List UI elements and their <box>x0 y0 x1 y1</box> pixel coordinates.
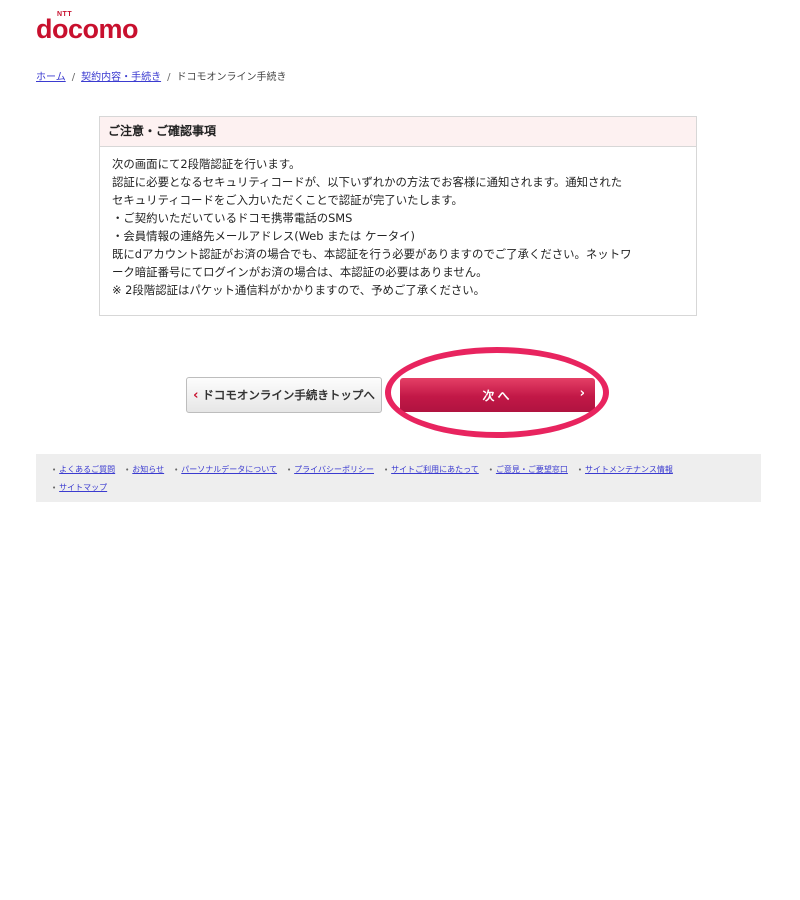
notice-line: セキュリティコードをご入力いただくことで認証が完了いたします。 <box>112 193 463 207</box>
notice-line: 既にdアカウント認証がお済の場合でも、本認証を行う必要がありますのでご了承くださ… <box>112 247 632 261</box>
next-button[interactable]: 次へ › <box>400 378 595 412</box>
breadcrumb-home-link[interactable]: ホーム <box>36 72 66 83</box>
breadcrumb-separator: / <box>71 72 76 83</box>
back-to-top-button[interactable]: ‹ ドコモオンライン手続きトップへ <box>186 377 382 413</box>
notice-line: 認証に必要となるセキュリティコードが、以下いずれかの方法でお客様に通知されます。… <box>112 175 623 189</box>
next-button-label: 次へ <box>482 388 513 403</box>
bullet-icon: • <box>52 484 57 492</box>
footer-link-maintenance[interactable]: • サイトメンテナンス情報 <box>578 461 673 479</box>
notice-body: 次の画面にて2段階認証を行います。 認証に必要となるセキュリティコードが、以下い… <box>100 147 696 299</box>
bullet-icon: • <box>384 466 389 474</box>
logo-docomo-text: docomo <box>36 14 139 44</box>
breadcrumb-current: ドコモオンライン手続き <box>176 72 287 83</box>
chevron-right-icon: › <box>579 386 585 401</box>
footer-link-feedback[interactable]: • ご意見・ご要望窓口 <box>489 461 568 479</box>
notice-title: ご注意・ご確認事項 <box>100 117 696 147</box>
breadcrumb-contract-link[interactable]: 契約内容・手続き <box>81 72 161 83</box>
footer-link-site-terms[interactable]: • サイトご利用にあたって <box>384 461 479 479</box>
back-to-top-label: ドコモオンライン手続きトップへ <box>202 388 375 402</box>
notice-line: ・ご契約いただいているドコモ携帯電話のSMS <box>112 211 353 225</box>
bullet-icon: • <box>488 466 493 474</box>
breadcrumb-separator: / <box>167 72 171 83</box>
footer-row: • サイトマップ <box>52 479 761 497</box>
notice-line: ※ 2段階認証はパケット通信料がかかりますので、予めご了承ください。 <box>112 283 486 297</box>
footer-link-personal-data[interactable]: • パーソナルデータについて <box>174 461 277 479</box>
footer-link-news[interactable]: • お知らせ <box>125 461 164 479</box>
footer-link-faq[interactable]: • よくあるご質問 <box>52 461 115 479</box>
breadcrumb: ホーム / 契約内容・手続き / ドコモオンライン手続き <box>36 68 286 83</box>
bullet-icon: • <box>52 466 57 474</box>
bullet-icon: • <box>125 466 130 474</box>
footer-row: • よくあるご質問 • お知らせ • パーソナルデータについて • プライバシーポリシー • サイ… <box>52 461 761 479</box>
footer-link-sitemap[interactable]: • サイトマップ <box>52 479 107 497</box>
notice-line: ・会員情報の連絡先メールアドレス(Web または ケータイ) <box>112 229 415 243</box>
notice-line: 次の画面にて2段階認証を行います。 <box>112 157 301 171</box>
bullet-icon: • <box>287 466 292 474</box>
notice-line: ーク暗証番号にてログインがお済の場合は、本認証の必要はありません。 <box>112 265 488 279</box>
bullet-icon: • <box>174 466 179 474</box>
chevron-left-icon: ‹ <box>193 387 199 403</box>
notice-box: ご注意・ご確認事項 次の画面にて2段階認証を行います。 認証に必要となるセキュリ… <box>99 116 697 316</box>
bullet-icon: • <box>577 466 583 474</box>
footer-links: • よくあるご質問 • お知らせ • パーソナルデータについて • プライバシーポリシー • サイ… <box>36 454 761 502</box>
footer-link-privacy[interactable]: • プライバシーポリシー <box>287 461 374 479</box>
